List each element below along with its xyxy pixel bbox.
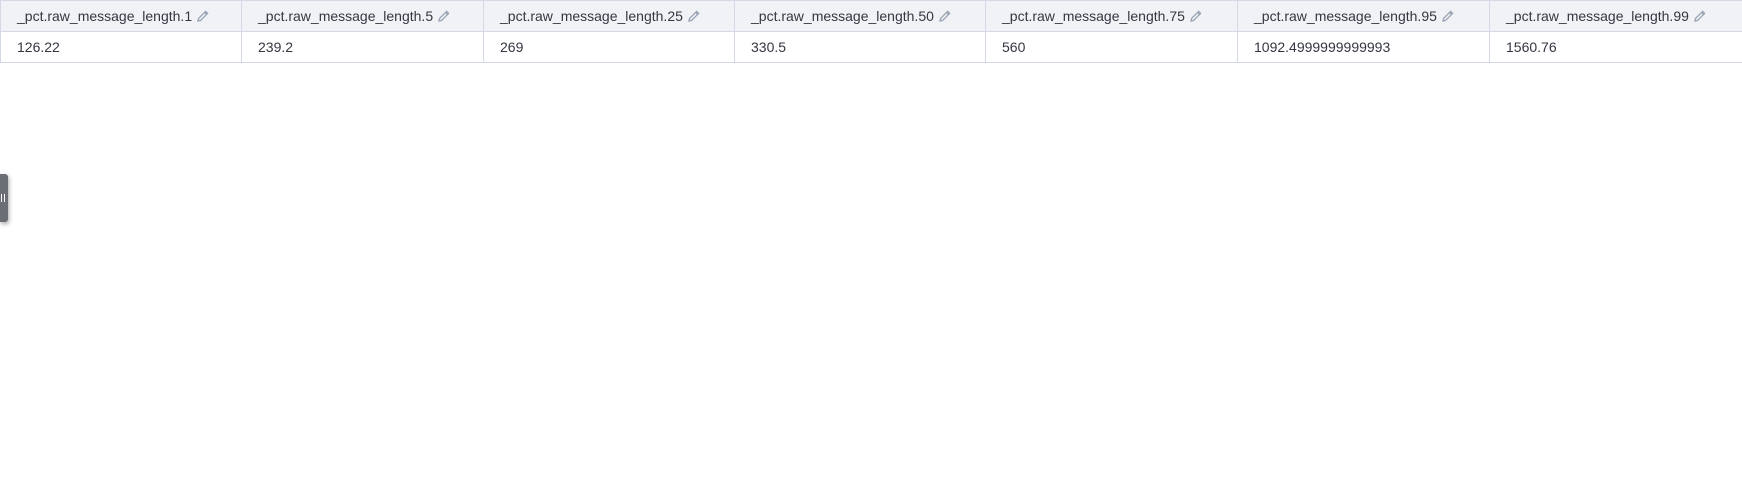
pencil-icon[interactable]: [1441, 9, 1455, 23]
column-header-label: _pct.raw_message_length.99: [1506, 8, 1689, 24]
column-header-label: _pct.raw_message_length.5: [258, 8, 434, 24]
drag-handle-icon: [1, 194, 5, 202]
column-header-label: _pct.raw_message_length.50: [751, 8, 934, 24]
table-row: 126.22 239.2 269 330.5 560 1092.49999999…: [0, 31, 1742, 63]
table-cell: 1092.4999999999993: [1237, 31, 1490, 63]
column-header-label: _pct.raw_message_length.75: [1002, 8, 1185, 24]
results-table: _pct.raw_message_length.1 _pct.raw_messa…: [0, 0, 1742, 63]
results-table-container: _pct.raw_message_length.1 _pct.raw_messa…: [0, 0, 1742, 63]
table-cell: 560: [985, 31, 1238, 63]
column-header[interactable]: _pct.raw_message_length.99: [1489, 0, 1742, 32]
column-header-label: _pct.raw_message_length.95: [1254, 8, 1437, 24]
column-header[interactable]: _pct.raw_message_length.75: [985, 0, 1238, 32]
table-cell: 1560.76: [1489, 31, 1742, 63]
column-header[interactable]: _pct.raw_message_length.50: [734, 0, 986, 32]
table-cell: 269: [483, 31, 735, 63]
table-cell: 126.22: [0, 31, 242, 63]
column-header[interactable]: _pct.raw_message_length.25: [483, 0, 735, 32]
pencil-icon[interactable]: [1693, 9, 1707, 23]
pencil-icon[interactable]: [196, 9, 210, 23]
pencil-icon[interactable]: [1189, 9, 1203, 23]
pencil-icon[interactable]: [687, 9, 701, 23]
table-cell: 239.2: [241, 31, 484, 63]
column-header[interactable]: _pct.raw_message_length.95: [1237, 0, 1490, 32]
column-header[interactable]: _pct.raw_message_length.1: [0, 0, 242, 32]
pencil-icon[interactable]: [938, 9, 952, 23]
table-cell: 330.5: [734, 31, 986, 63]
column-header[interactable]: _pct.raw_message_length.5: [241, 0, 484, 32]
column-header-label: _pct.raw_message_length.25: [500, 8, 683, 24]
column-header-label: _pct.raw_message_length.1: [17, 8, 193, 24]
table-header-row: _pct.raw_message_length.1 _pct.raw_messa…: [0, 0, 1742, 32]
panel-resize-handle[interactable]: [0, 174, 8, 222]
pencil-icon[interactable]: [437, 9, 451, 23]
